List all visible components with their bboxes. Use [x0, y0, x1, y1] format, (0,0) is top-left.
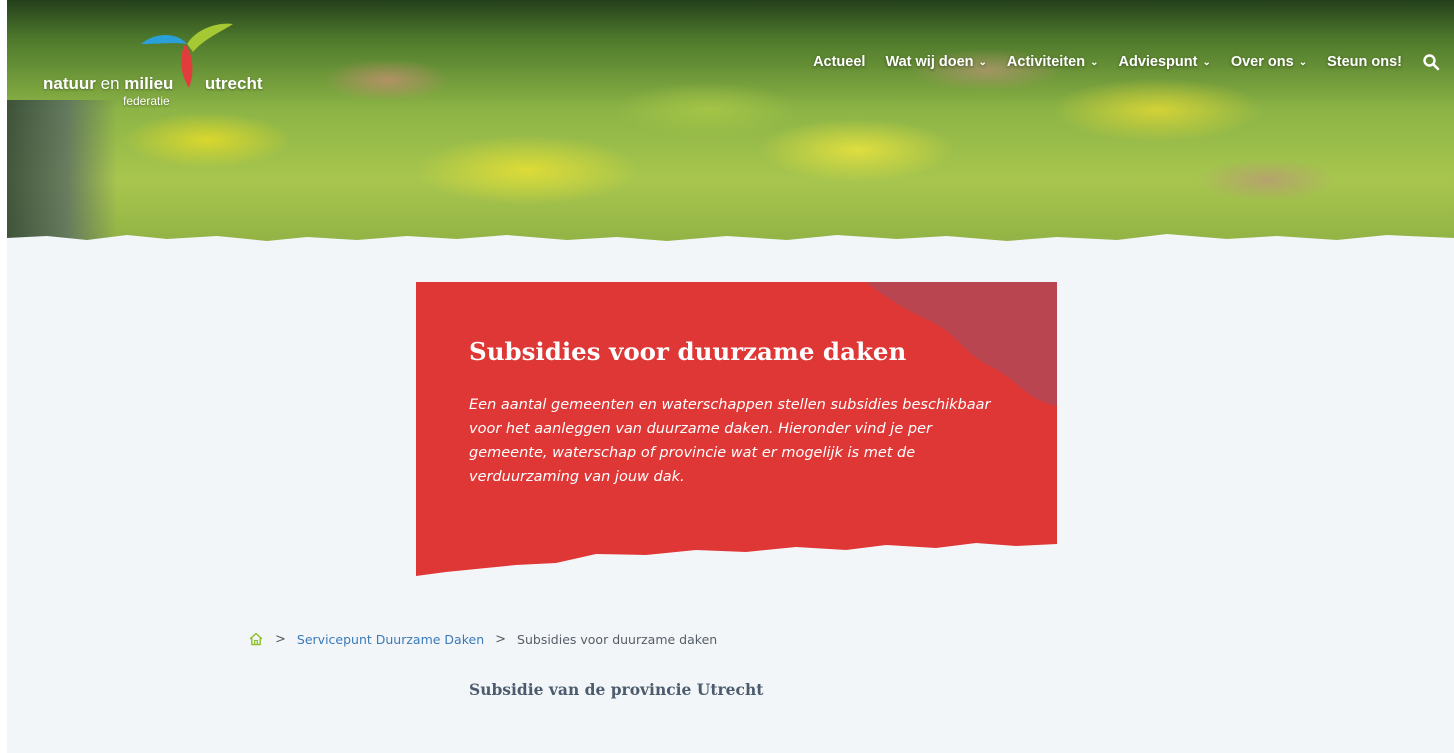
breadcrumb: > Servicepunt Duurzame Daken > Subsidies… — [248, 631, 717, 647]
logo-word-utrecht: utrecht — [204, 74, 263, 93]
logo-word-natuur: natuur — [43, 74, 96, 93]
breadcrumb-separator: > — [495, 631, 507, 647]
logo-wordmark: natuur en milieu utrecht — [43, 74, 263, 94]
nav-item-actueel[interactable]: Actueel — [813, 54, 865, 70]
intro-card: Subsidies voor duurzame daken Een aantal… — [416, 282, 1057, 578]
intro-text: Een aantal gemeenten en waterschappen st… — [469, 397, 991, 485]
chevron-down-icon: ⌄ — [978, 56, 987, 68]
chevron-down-icon: ⌄ — [1090, 56, 1099, 68]
section-heading: Subsidie van de provincie Utrecht — [469, 680, 764, 699]
chevron-down-icon: ⌄ — [1298, 56, 1308, 68]
breadcrumb-link-servicepunt[interactable]: Servicepunt Duurzame Daken — [297, 632, 484, 647]
breadcrumb-separator: > — [275, 631, 286, 647]
nav-item-label: Activiteiten — [1006, 54, 1086, 70]
nav-item-label: Wat wij doen — [885, 54, 974, 70]
main-nav: Actueel Wat wij doen ⌄ Activiteiten ⌄ Ad… — [813, 53, 1440, 71]
search-icon[interactable] — [1422, 53, 1440, 71]
nav-item-activiteiten[interactable]: Activiteiten ⌄ — [1007, 54, 1099, 70]
home-icon[interactable] — [248, 631, 264, 647]
nav-item-adviespunt[interactable]: Adviespunt ⌄ — [1118, 54, 1210, 70]
nav-item-over-ons[interactable]: Over ons ⌄ — [1231, 54, 1307, 70]
page-title: Subsidies voor duurzame daken — [469, 337, 907, 366]
nav-item-steun-ons[interactable]: Steun ons! — [1327, 54, 1402, 70]
chevron-down-icon: ⌄ — [1202, 56, 1211, 68]
logo-word-milieu: milieu — [124, 74, 174, 93]
hero-torn-edge — [7, 234, 1454, 250]
hero-banner: natuur en milieu utrecht federatie Actue… — [7, 0, 1454, 250]
nav-item-label: Steun ons! — [1327, 54, 1402, 70]
nav-item-label: Actueel — [813, 54, 866, 70]
logo-subtitle: federatie — [123, 94, 170, 108]
site-logo[interactable]: natuur en milieu utrecht federatie — [43, 22, 283, 112]
nav-item-label: Adviespunt — [1118, 54, 1198, 70]
page-edge — [0, 0, 7, 753]
nav-item-label: Over ons — [1230, 54, 1294, 70]
nav-item-wat-wij-doen[interactable]: Wat wij doen ⌄ — [885, 54, 986, 70]
breadcrumb-current: Subsidies voor duurzame daken — [517, 631, 718, 647]
logo-word-en: en — [100, 74, 120, 93]
